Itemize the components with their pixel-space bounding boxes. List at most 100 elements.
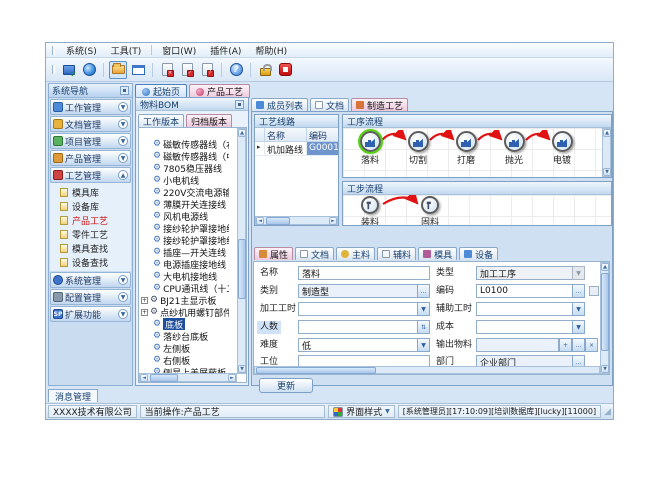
output-field[interactable] (476, 338, 559, 352)
scrollbar-thumb[interactable] (238, 239, 246, 299)
tree-item[interactable]: ⚙CPU通讯线（十二） (140, 282, 229, 294)
difficulty-dropdown-icon[interactable]: ▼ (417, 338, 430, 352)
help-icon[interactable]: ? (227, 61, 245, 79)
report-close-icon[interactable]: ! (198, 61, 216, 79)
tree-item-selected[interactable]: ⚙底板 (140, 318, 229, 330)
pin-icon[interactable] (120, 86, 129, 95)
tab-properties[interactable]: 属性 (254, 247, 293, 260)
cost-field[interactable] (476, 320, 585, 334)
expand-plus-icon[interactable]: + (141, 309, 148, 316)
hours-field[interactable] (298, 302, 430, 316)
tab-documents[interactable]: 文档 (310, 98, 349, 111)
flow-node-zhuangliao[interactable]: 装料 (347, 196, 393, 225)
process-vertical-scrollbar[interactable]: ▲ ▼ (602, 128, 611, 177)
route-horizontal-scrollbar[interactable]: ◄ ► (255, 216, 338, 225)
people-field[interactable] (298, 320, 430, 334)
flow-node-guliao[interactable]: 固料 (407, 196, 453, 225)
scroll-down-icon[interactable]: ▼ (603, 168, 611, 176)
tab-product-craft[interactable]: 产品工艺 (189, 84, 250, 98)
scrollbar-thumb[interactable] (601, 273, 609, 351)
chevron-down-icon[interactable]: ▼ (118, 119, 128, 129)
chevron-down-icon[interactable]: ▼ (118, 136, 128, 146)
tab-work-version[interactable]: 工作版本 (138, 114, 184, 127)
type-field[interactable] (476, 266, 585, 280)
tree-item[interactable]: ⚙大电机接地线 (140, 270, 229, 282)
exit-icon[interactable] (276, 61, 294, 79)
tree-item[interactable]: ⚙右侧板 (140, 354, 229, 366)
type-dropdown-icon[interactable]: ▼ (572, 266, 585, 280)
chevron-down-icon[interactable]: ▼ (118, 292, 128, 302)
tree-item[interactable]: ⚙风机电源线 (140, 210, 229, 222)
tab-auxiliary-material[interactable]: 辅料 (377, 247, 416, 260)
menu-system[interactable]: 系统(S) (60, 43, 103, 58)
report-delete-icon[interactable]: × (158, 61, 176, 79)
scroll-left-icon[interactable]: ◄ (140, 374, 148, 382)
menu-plugins[interactable]: 插件(A) (204, 43, 247, 58)
tree-item[interactable]: ⚙磁敏传感器线（右） (140, 138, 229, 150)
scroll-down-icon[interactable]: ▼ (238, 365, 246, 373)
cost-spinner-icon[interactable]: ▼ (572, 320, 585, 334)
hours-spinner-icon[interactable]: ▼ (417, 302, 430, 316)
chevron-down-icon[interactable]: ▼ (118, 153, 128, 163)
tree-item[interactable]: ⚙插座—开关连线 (140, 246, 229, 258)
sidebar-group-product[interactable]: 产品管理▼ (50, 150, 131, 166)
flow-node-luoliao[interactable]: 落料 (347, 131, 393, 166)
scroll-left-icon[interactable]: ◄ (256, 217, 264, 225)
output-add-button[interactable]: + (559, 338, 572, 352)
sidebar-group-project[interactable]: 项目管理▼ (50, 133, 131, 149)
tree-item-expandable[interactable]: +⚙点纱机用螺钉部件 (140, 306, 229, 318)
sidebar-item-mold-search[interactable]: 模具查找 (50, 241, 131, 255)
sidebar-group-craft[interactable]: 工艺管理▲ (50, 167, 131, 183)
sidebar-group-extension[interactable]: SP扩展功能▼ (50, 306, 131, 322)
sidebar-group-work[interactable]: 工作管理▼ (50, 99, 131, 115)
code-aux-button[interactable] (589, 286, 599, 296)
flow-node-damo[interactable]: 打磨 (443, 131, 489, 166)
menu-help[interactable]: 帮助(H) (249, 43, 293, 58)
update-button[interactable]: 更新 (259, 378, 313, 393)
code-ellipsis-button[interactable]: … (572, 284, 585, 298)
category-field[interactable] (298, 284, 430, 298)
pin-icon[interactable] (235, 100, 244, 109)
expand-plus-icon[interactable]: + (141, 297, 148, 304)
tab-archive-version[interactable]: 归档版本 (186, 114, 232, 127)
tree-item[interactable]: ⚙接纱轮护罩接地线（一） (140, 222, 229, 234)
sidebar-item-part-craft[interactable]: 零件工艺 (50, 227, 131, 241)
tree-horizontal-scrollbar[interactable]: ◄ ► (139, 373, 237, 382)
chevron-up-icon[interactable]: ▲ (118, 170, 128, 180)
menu-tools[interactable]: 工具(T) (105, 43, 148, 58)
sidebar-item-mold-library[interactable]: 模具库 (50, 185, 131, 199)
sidebar-group-system[interactable]: 系统管理▼ (50, 272, 131, 288)
flow-node-paoguang[interactable]: 抛光 (491, 131, 537, 166)
scroll-up-icon[interactable]: ▲ (603, 129, 611, 137)
sidebar-group-document[interactable]: 文档管理▼ (50, 116, 131, 132)
lock-icon[interactable] (256, 61, 274, 79)
form-horizontal-scrollbar[interactable] (254, 366, 600, 374)
aux-hours-spinner-icon[interactable]: ▼ (572, 302, 585, 316)
window-list-icon[interactable] (129, 61, 147, 79)
scrollbar-thumb[interactable] (150, 374, 178, 382)
tab-prop-documents[interactable]: 文档 (295, 247, 334, 260)
column-name[interactable]: 名称 (265, 128, 307, 141)
route-code-cell[interactable]: G0001 (307, 142, 338, 155)
tree-item-expandable[interactable]: +⚙BJ21主显示板 (140, 294, 229, 306)
tab-start-page[interactable]: 起始页 (135, 84, 187, 98)
form-vertical-scrollbar[interactable]: ▲ ▼ (600, 262, 609, 374)
output-clear-button[interactable]: × (585, 338, 598, 352)
report-edit-icon[interactable]: ✓ (178, 61, 196, 79)
sidebar-group-config[interactable]: 配置管理▼ (50, 289, 131, 305)
tab-member-list[interactable]: 成员列表 (251, 98, 308, 111)
tree-item[interactable]: ⚙薄膜开关连接线 (140, 198, 229, 210)
scrollbar-thumb[interactable] (256, 367, 376, 374)
column-code[interactable]: 编码 (307, 128, 338, 141)
tree-item[interactable]: ⚙220V交流电源输入线 (140, 186, 229, 198)
scroll-down-icon[interactable]: ▼ (601, 365, 609, 373)
category-ellipsis-button[interactable]: … (417, 284, 430, 298)
tree-item[interactable]: ⚙落纱台底板 (140, 330, 229, 342)
tree-item[interactable]: ⚙7805稳压器线 (140, 162, 229, 174)
tab-message-management[interactable]: 消息管理 (48, 389, 98, 402)
tree-item[interactable]: ⚙左侧板 (140, 342, 229, 354)
style-selector[interactable]: 界面样式 ▼ (328, 405, 395, 418)
people-spinner-icon[interactable]: ⇅ (417, 320, 430, 334)
tree-item[interactable]: ⚙电源插座接地线 (140, 258, 229, 270)
route-grid-row[interactable]: ▸ 机加路线 G0001 (255, 142, 338, 156)
